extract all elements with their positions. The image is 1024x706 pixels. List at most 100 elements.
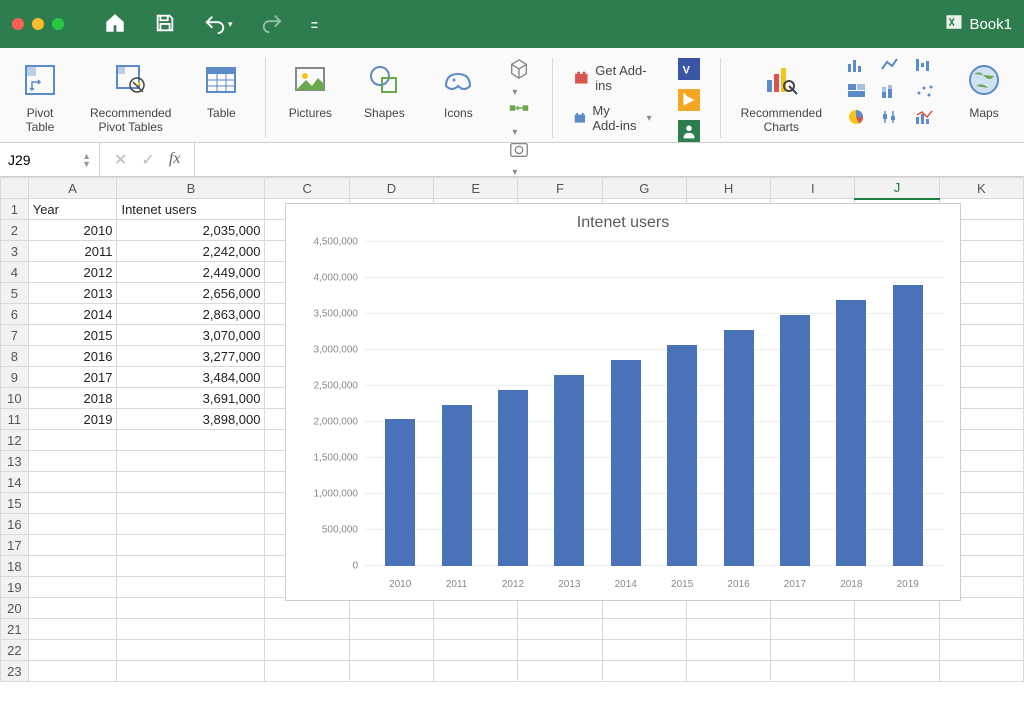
row-header[interactable]: 12 [1, 430, 29, 451]
cell[interactable] [349, 619, 433, 640]
cell[interactable]: 3,277,000 [117, 346, 265, 367]
cell[interactable] [28, 430, 117, 451]
cell[interactable] [686, 640, 770, 661]
cell[interactable]: 2014 [28, 304, 117, 325]
customize-qat-icon[interactable]: ꞊ [311, 14, 319, 35]
column-header[interactable]: E [434, 178, 518, 199]
smartart-icon[interactable]: ▾ [508, 98, 531, 138]
visio-addin-icon[interactable]: V [678, 58, 700, 83]
people-addin-icon[interactable] [678, 120, 700, 145]
column-header[interactable]: F [518, 178, 602, 199]
row-header[interactable]: 15 [1, 493, 29, 514]
column-header[interactable]: I [771, 178, 855, 199]
chart-bar[interactable] [836, 300, 866, 566]
cell[interactable]: 2012 [28, 262, 117, 283]
row-header[interactable]: 16 [1, 514, 29, 535]
cell[interactable]: 3,898,000 [117, 409, 265, 430]
cell[interactable] [349, 640, 433, 661]
cell[interactable] [28, 451, 117, 472]
cell[interactable] [28, 514, 117, 535]
cell[interactable] [117, 451, 265, 472]
select-all-corner[interactable] [1, 178, 29, 199]
cell[interactable]: 2016 [28, 346, 117, 367]
cell[interactable] [855, 619, 939, 640]
accept-formula-icon[interactable]: ✓ [141, 150, 154, 170]
column-header[interactable]: B [117, 178, 265, 199]
formula-input[interactable] [194, 143, 1024, 176]
row-header[interactable]: 2 [1, 220, 29, 241]
pie-chart-icon[interactable] [842, 106, 872, 128]
shapes-button[interactable]: Shapes [354, 54, 414, 142]
cell[interactable]: 2018 [28, 388, 117, 409]
screenshot-icon[interactable]: ▾ [508, 138, 531, 178]
cell[interactable] [117, 535, 265, 556]
scatter-chart-icon[interactable] [910, 80, 940, 102]
cell[interactable]: 2017 [28, 367, 117, 388]
get-addins-button[interactable]: Get Add-ins [573, 63, 652, 93]
cell[interactable] [28, 577, 117, 598]
cell[interactable] [28, 493, 117, 514]
cell[interactable]: 2,656,000 [117, 283, 265, 304]
cell[interactable] [518, 661, 602, 682]
cell[interactable] [939, 619, 1023, 640]
row-header[interactable]: 6 [1, 304, 29, 325]
stacked-chart-icon[interactable] [876, 80, 906, 102]
column-header[interactable]: K [939, 178, 1023, 199]
bar-chart-icon[interactable] [842, 54, 872, 76]
chart-bar[interactable] [611, 360, 641, 566]
combo-chart-icon[interactable] [910, 106, 940, 128]
cell[interactable] [686, 661, 770, 682]
cell[interactable] [265, 640, 349, 661]
row-header[interactable]: 13 [1, 451, 29, 472]
cell[interactable] [117, 619, 265, 640]
cell[interactable] [771, 619, 855, 640]
cell[interactable] [117, 514, 265, 535]
cell[interactable]: 2019 [28, 409, 117, 430]
cell[interactable] [117, 598, 265, 619]
cell[interactable] [28, 619, 117, 640]
row-header[interactable]: 21 [1, 619, 29, 640]
cell[interactable] [855, 640, 939, 661]
undo-icon[interactable]: ▾ [204, 13, 233, 35]
cell[interactable]: 2,242,000 [117, 241, 265, 262]
row-header[interactable]: 18 [1, 556, 29, 577]
cell[interactable] [117, 430, 265, 451]
cell[interactable]: 3,691,000 [117, 388, 265, 409]
hierarchy-chart-icon[interactable] [842, 80, 872, 102]
cell[interactable] [602, 619, 686, 640]
fx-icon[interactable]: fx [169, 150, 181, 170]
column-header[interactable]: C [265, 178, 349, 199]
cell[interactable]: 3,484,000 [117, 367, 265, 388]
3d-models-icon[interactable]: ▾ [508, 58, 531, 98]
column-header[interactable]: A [28, 178, 117, 199]
cell[interactable] [855, 661, 939, 682]
row-header[interactable]: 22 [1, 640, 29, 661]
cell[interactable]: 2010 [28, 220, 117, 241]
chart-bar[interactable] [554, 375, 584, 566]
chart-bar[interactable] [724, 330, 754, 566]
cell[interactable] [265, 619, 349, 640]
cell[interactable] [28, 556, 117, 577]
row-header[interactable]: 23 [1, 661, 29, 682]
cell[interactable]: 2013 [28, 283, 117, 304]
cell[interactable] [265, 661, 349, 682]
recommended-charts-button[interactable]: Recommended Charts [735, 54, 828, 142]
table-button[interactable]: Table [191, 54, 251, 142]
cell[interactable] [939, 661, 1023, 682]
cell[interactable]: Year [28, 199, 117, 220]
cell[interactable] [28, 661, 117, 682]
cell[interactable]: Intenet users [117, 199, 265, 220]
pivot-table-button[interactable]: Pivot Table [10, 54, 70, 142]
embedded-chart[interactable]: Intenet users 0500,0001,000,0001,500,000… [285, 203, 961, 601]
name-box-stepper-icon[interactable]: ▲▼ [82, 152, 91, 168]
cell[interactable] [434, 661, 518, 682]
cell[interactable]: 2,863,000 [117, 304, 265, 325]
cell[interactable] [28, 535, 117, 556]
cell[interactable] [117, 640, 265, 661]
row-header[interactable]: 5 [1, 283, 29, 304]
chart-bar[interactable] [893, 285, 923, 566]
cell[interactable] [602, 661, 686, 682]
cell[interactable]: 3,070,000 [117, 325, 265, 346]
maps-button[interactable]: Maps [954, 54, 1014, 142]
name-box[interactable]: J29 ▲▼ [0, 143, 100, 177]
